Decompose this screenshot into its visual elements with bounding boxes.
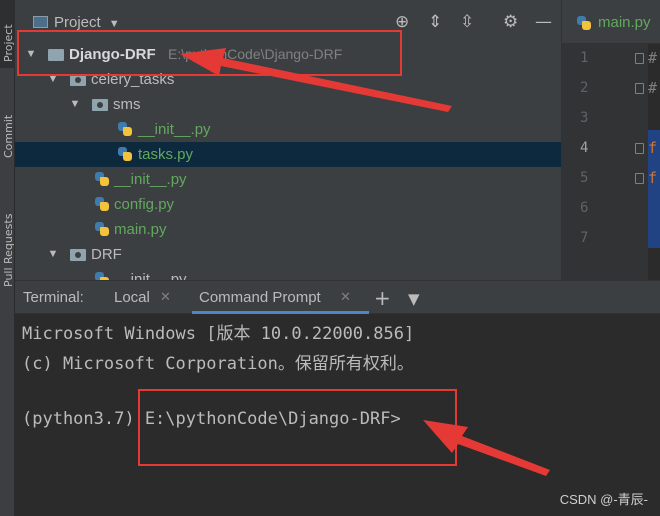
close-icon[interactable]: ✕ (340, 290, 351, 305)
code-line: f (648, 169, 658, 187)
line-number: 3 (580, 110, 589, 126)
tree-item-tasks[interactable]: tasks.py (15, 142, 561, 167)
line-number: 6 (580, 200, 589, 216)
code-line: # (648, 79, 658, 97)
project-tool-tab-label: Project (2, 24, 15, 62)
chevron-down-icon[interactable]: ▼ (408, 290, 420, 308)
highlight-box-project-root (17, 30, 402, 76)
tree-item-celery-init[interactable]: __init__.py (15, 167, 561, 192)
fold-icon[interactable] (635, 83, 644, 94)
line-number: 4 (580, 140, 589, 156)
project-view-selector[interactable]: Project ▼ (33, 14, 120, 31)
terminal-line: (c) Microsoft Corporation。保留所有权利。 (22, 354, 414, 374)
terminal-line: Microsoft Windows [版本 10.0.22000.856] (22, 324, 415, 344)
tree-item-label: main.py (114, 221, 167, 238)
python-file-icon (576, 15, 592, 32)
close-icon[interactable]: ✕ (160, 290, 171, 305)
package-icon (70, 249, 86, 261)
commit-tool-tab[interactable]: Commit (0, 100, 15, 180)
chevron-down-icon[interactable]: ▼ (47, 242, 59, 267)
tab-command-prompt[interactable]: Command Prompt (199, 289, 321, 306)
fold-icon[interactable] (635, 53, 644, 64)
fold-icon[interactable] (635, 173, 644, 184)
pull-requests-tool-tab-label: Pull Requests (2, 213, 15, 287)
python-file-icon (94, 271, 110, 280)
fold-icon[interactable] (635, 143, 644, 154)
pull-requests-tool-tab[interactable]: Pull Requests (0, 195, 15, 295)
python-file-icon (117, 146, 133, 163)
tab-local[interactable]: Local (114, 289, 150, 306)
tree-item-drf-init[interactable]: __init__.py (15, 267, 561, 280)
editor-gutter: 1 2 3 4 5 6 7 (562, 44, 648, 280)
editor-tab-main[interactable]: main.py (562, 0, 660, 44)
line-number: 2 (580, 80, 589, 96)
editor-panel: main.py 1 2 3 4 5 6 7 # # f f (561, 0, 660, 280)
terminal-title: Terminal: (23, 289, 84, 306)
tool-window-strip: Project Commit Pull Requests (0, 0, 15, 516)
project-title: Project (54, 14, 101, 31)
editor-tab-label: main.py (598, 14, 651, 31)
tree-item-label: DRF (91, 246, 122, 263)
python-file-icon (117, 121, 133, 138)
project-tool-tab[interactable]: Project (0, 0, 15, 68)
tree-item-label: __init__.py (138, 121, 211, 138)
locate-icon[interactable]: ⊕ (395, 12, 409, 32)
tree-item-sms-init[interactable]: __init__.py (15, 117, 561, 142)
tree-item-config[interactable]: config.py (15, 192, 561, 217)
tree-item-label: __init__.py (114, 271, 187, 280)
package-icon (92, 99, 108, 111)
highlight-box-prompt-path (138, 389, 457, 466)
tree-item-drf[interactable]: ▼ DRF (15, 242, 561, 267)
tree-item-label: __init__.py (114, 171, 187, 188)
tree-item-main[interactable]: main.py (15, 217, 561, 242)
chevron-down-icon[interactable]: ▼ (69, 92, 81, 117)
terminal-toolbar: Terminal: Local ✕ Command Prompt ✕ + ▼ (15, 280, 660, 314)
line-number: 7 (580, 230, 589, 246)
tree-item-sms[interactable]: ▼ sms (15, 92, 561, 117)
plus-icon[interactable]: + (374, 286, 391, 310)
tree-item-label: sms (113, 96, 141, 113)
python-file-icon (94, 221, 110, 238)
expand-all-icon[interactable]: ⇕ (428, 12, 442, 32)
commit-tool-tab-label: Commit (2, 114, 15, 158)
collapse-all-icon[interactable]: ⇳ (460, 12, 474, 32)
line-number: 5 (580, 170, 589, 186)
python-file-icon (94, 171, 110, 188)
tree-item-label: config.py (114, 196, 175, 213)
chevron-down-icon: ▼ (108, 18, 120, 30)
line-number: 1 (580, 50, 589, 66)
code-line: # (648, 49, 658, 67)
python-file-icon (94, 196, 110, 213)
tree-item-label: tasks.py (138, 146, 194, 163)
watermark: CSDN @-青辰- (559, 492, 648, 507)
gear-icon[interactable]: ⚙ (503, 12, 518, 32)
hide-panel-icon[interactable]: — (535, 12, 552, 32)
code-line: f (648, 139, 658, 157)
project-window-icon (33, 16, 48, 28)
